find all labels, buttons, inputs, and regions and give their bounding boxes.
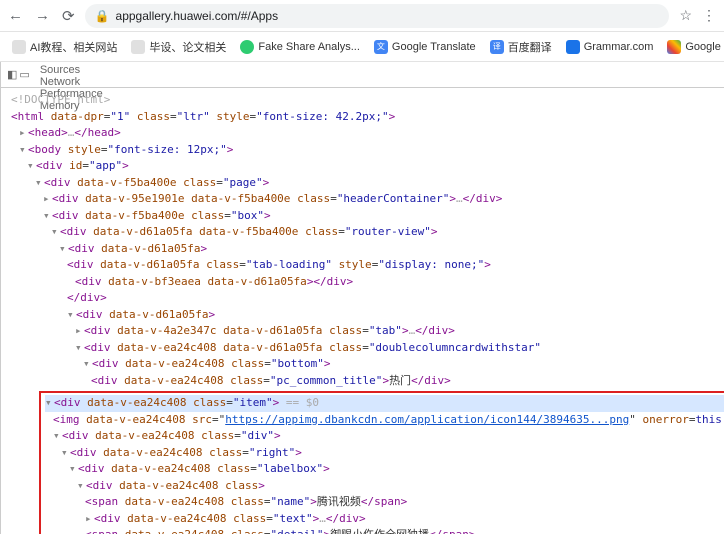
bookmark-item[interactable]: 毕设、论文相关: [131, 39, 226, 55]
lock-icon: 🔒: [95, 9, 110, 23]
url-text: appgallery.huawei.com/#/Apps: [116, 9, 279, 23]
menu-icon[interactable]: ⋮: [702, 7, 716, 24]
bookmark-item[interactable]: 译百度翻译: [490, 39, 552, 55]
bookmark-item[interactable]: 文 Google Translate: [374, 40, 476, 54]
back-icon[interactable]: ←: [8, 7, 23, 25]
inspect-icon[interactable]: ◧: [7, 68, 17, 81]
highlighted-dom-block: ▾<div data-v-ea24c408 class="item"> == $…: [39, 391, 724, 534]
forward-icon[interactable]: →: [35, 7, 50, 25]
devtools-panel: ◧ ▭ ElementsConsoleSourcesNetworkPerform…: [0, 62, 724, 534]
bookmark-icon: [12, 40, 26, 54]
devtools-tabs: ◧ ▭ ElementsConsoleSourcesNetworkPerform…: [1, 62, 724, 88]
url-bar[interactable]: 🔒 appgallery.huawei.com/#/Apps: [85, 4, 670, 28]
bookmark-label: Google: [685, 41, 720, 53]
bookmark-item[interactable]: Grammar.com: [566, 40, 654, 54]
bookmark-label: Fake Share Analys...: [258, 41, 360, 53]
bookmark-label: Google Translate: [392, 41, 476, 53]
bookmark-label: 毕设、论文相关: [149, 39, 226, 55]
bookmark-icon: [131, 40, 145, 54]
bookmark-icon: 文: [374, 40, 388, 54]
bookmark-label: Grammar.com: [584, 41, 654, 53]
devtools-tab[interactable]: Sources: [32, 64, 111, 76]
bookmark-item[interactable]: Google: [667, 40, 720, 54]
device-icon[interactable]: ▭: [19, 68, 29, 81]
star-icon[interactable]: ☆: [679, 7, 692, 24]
bookmarks-bar: AI教程、相关网站 毕设、论文相关 Fake Share Analys... 文 Goo…: [0, 32, 724, 62]
bookmark-label: AI教程、相关网站: [30, 39, 117, 55]
devtools-tab[interactable]: Network: [32, 76, 111, 88]
bookmark-icon: 译: [490, 40, 504, 54]
browser-toolbar: ← → ⟳ 🔒 appgallery.huawei.com/#/Apps ☆ ⋮: [0, 0, 724, 32]
elements-panel[interactable]: <!DOCTYPE html> <html data-dpr="1" class…: [1, 88, 724, 534]
bookmark-label: 百度翻译: [508, 39, 552, 55]
bookmark-item[interactable]: Fake Share Analys...: [240, 40, 360, 54]
bookmark-icon: [566, 40, 580, 54]
bookmark-icon: [240, 40, 254, 54]
bookmark-icon: [667, 40, 681, 54]
bookmark-item[interactable]: AI教程、相关网站: [12, 39, 117, 55]
reload-icon[interactable]: ⟳: [62, 7, 75, 25]
